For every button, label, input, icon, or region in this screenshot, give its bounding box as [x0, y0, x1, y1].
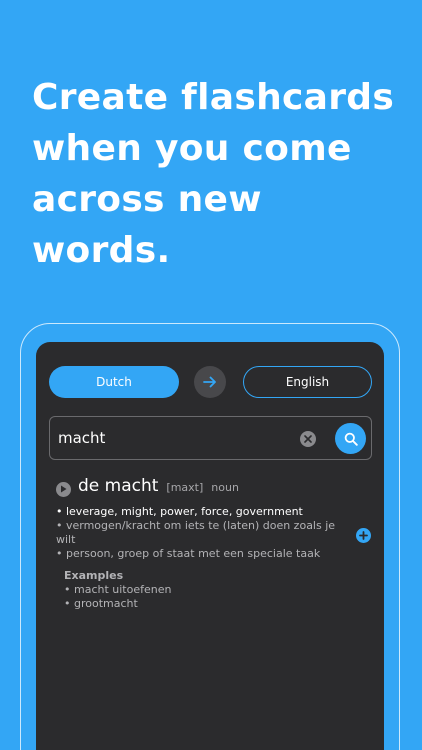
search-input[interactable]	[58, 423, 288, 453]
headword: de macht	[78, 476, 159, 496]
swap-languages-button[interactable]	[194, 366, 226, 398]
dictionary-result: de macht [maxt] noun • leverage, might, …	[56, 476, 356, 611]
sense-item: • persoon, groep of staat met een specia…	[56, 547, 321, 560]
target-language-button[interactable]: English	[243, 366, 372, 398]
examples-title: Examples	[64, 569, 124, 582]
headline-line-3: across new words.	[32, 179, 262, 271]
part-of-speech: noun	[211, 481, 239, 494]
examples-section: Examples • macht uitoefenen • grootmacht	[56, 569, 356, 611]
phonetic: [maxt]	[166, 481, 204, 494]
example-item: • grootmacht	[64, 597, 138, 610]
arrow-right-icon	[203, 376, 216, 388]
sense-list: • leverage, might, power, force, governm…	[56, 505, 356, 561]
headline-line-2: when you come	[32, 128, 352, 169]
add-flashcard-icon	[359, 531, 368, 540]
search-button[interactable]	[335, 423, 366, 454]
clear-search-button[interactable]	[300, 431, 316, 447]
app-screen: Dutch English de macht	[36, 342, 384, 750]
source-language-button[interactable]: Dutch	[49, 366, 179, 398]
headline: Create flashcards when you come across n…	[32, 72, 412, 276]
example-item: • macht uitoefenen	[64, 583, 172, 596]
search-box	[49, 416, 372, 460]
search-icon	[344, 432, 358, 446]
headword-row: de macht [maxt] noun	[56, 476, 356, 500]
sense-item: • leverage, might, power, force, governm…	[56, 505, 303, 518]
play-icon	[61, 485, 67, 493]
play-pronunciation-button[interactable]	[56, 481, 71, 497]
headline-line-1: Create flashcards	[32, 77, 395, 118]
sense-item: • vermogen/kracht om iets te (laten) doe…	[56, 519, 336, 546]
clear-icon	[304, 435, 312, 443]
add-flashcard-button[interactable]	[356, 528, 371, 543]
